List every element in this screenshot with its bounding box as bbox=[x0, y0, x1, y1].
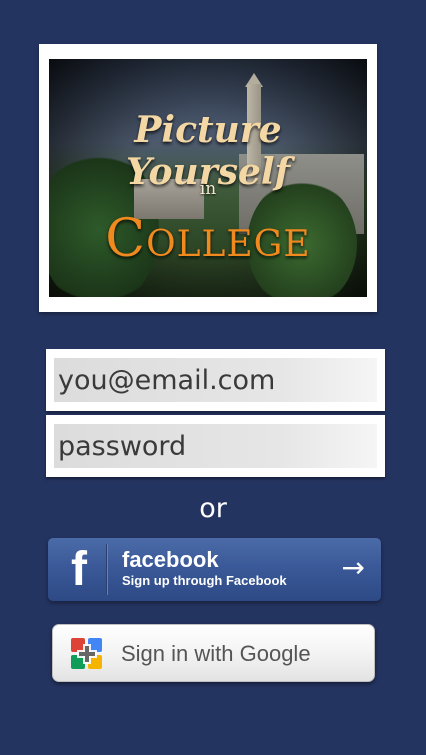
or-separator-label: or bbox=[199, 493, 227, 524]
arrow-right-icon: → bbox=[341, 551, 365, 584]
button-divider bbox=[106, 544, 107, 595]
google-signin-button[interactable]: Sign in with Google bbox=[52, 624, 375, 682]
facebook-f-icon: f bbox=[71, 543, 87, 596]
facebook-button-title: facebook bbox=[122, 547, 219, 572]
password-input[interactable] bbox=[54, 424, 377, 468]
facebook-signup-button[interactable]: f facebook Sign up through Facebook → bbox=[48, 538, 381, 601]
password-field-frame bbox=[46, 415, 385, 477]
google-plus-icon bbox=[71, 638, 102, 669]
google-button-label: Sign in with Google bbox=[121, 641, 311, 666]
logo-title-line2: in bbox=[199, 179, 217, 199]
logo-title-line3: College bbox=[105, 209, 311, 269]
email-input[interactable] bbox=[54, 358, 377, 402]
email-field-frame bbox=[46, 349, 385, 411]
facebook-button-subtitle: Sign up through Facebook bbox=[122, 573, 287, 588]
app-logo-card: Picture Yourself in College bbox=[39, 44, 377, 312]
logo-campus-photo: Picture Yourself in College bbox=[49, 59, 367, 297]
